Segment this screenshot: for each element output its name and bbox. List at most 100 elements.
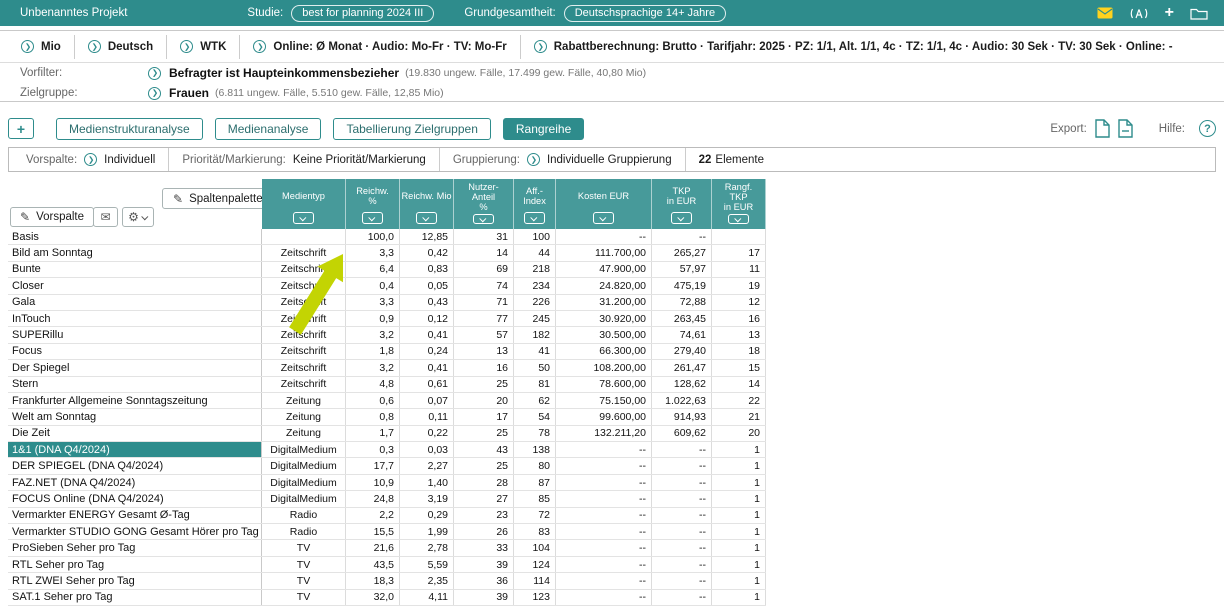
- table-row[interactable]: FOCUS Online (DNA Q4/2024)DigitalMedium2…: [8, 491, 766, 507]
- row-name[interactable]: RTL ZWEI Seher pro Tag: [8, 573, 262, 588]
- studie-select[interactable]: best for planning 2024 III: [291, 5, 434, 22]
- table-row[interactable]: FocusZeitschrift1,80,24134166.300,00279,…: [8, 344, 766, 360]
- table-row[interactable]: FAZ.NET (DNA Q4/2024)DigitalMedium10,91,…: [8, 475, 766, 491]
- settings-item-1[interactable]: ❯Deutsch: [75, 40, 166, 53]
- table-row[interactable]: GalaZeitschrift3,30,437122631.200,0072,8…: [8, 295, 766, 311]
- column-dropdown-icon[interactable]: [293, 212, 314, 224]
- row-name[interactable]: Vermarkter ENERGY Gesamt Ø-Tag: [8, 508, 262, 523]
- row-name[interactable]: RTL Seher pro Tag: [8, 557, 262, 572]
- row-name[interactable]: Gala: [8, 295, 262, 310]
- row-name[interactable]: FAZ.NET (DNA Q4/2024): [8, 475, 262, 490]
- row-name[interactable]: ProSieben Seher pro Tag: [8, 540, 262, 555]
- column-dropdown-icon[interactable]: [728, 214, 749, 224]
- row-name[interactable]: Der Spiegel: [8, 360, 262, 375]
- column-header-medientyp[interactable]: Medientyp: [262, 179, 346, 229]
- row-name[interactable]: FOCUS Online (DNA Q4/2024): [8, 491, 262, 506]
- column-header-reichw[interactable]: Reichw. %: [346, 179, 400, 229]
- plus-icon[interactable]: +: [1165, 5, 1174, 21]
- settings-button[interactable]: ⚙: [122, 207, 154, 227]
- table-row[interactable]: Bild am SonntagZeitschrift3,30,421444111…: [8, 245, 766, 261]
- chevron-circle-icon[interactable]: ❯: [148, 67, 161, 80]
- grundgesamtheit-select[interactable]: Deutschsprachige 14+ Jahre: [564, 5, 726, 22]
- column-header-kosten-eur[interactable]: Kosten EUR: [556, 179, 652, 229]
- filter-segment-gruppierung[interactable]: Gruppierung:❯Individuelle Gruppierung: [440, 153, 685, 166]
- row-name[interactable]: DER SPIEGEL (DNA Q4/2024): [8, 458, 262, 473]
- chevron-circle-icon[interactable]: ❯: [88, 40, 101, 53]
- table-row[interactable]: Die ZeitZeitung1,70,222578132.211,20609,…: [8, 426, 766, 442]
- chevron-circle-icon[interactable]: ❯: [527, 153, 540, 166]
- chevron-circle-icon[interactable]: ❯: [180, 40, 193, 53]
- column-dropdown-icon[interactable]: [473, 214, 494, 224]
- row-name[interactable]: InTouch: [8, 311, 262, 326]
- row-name[interactable]: SUPERillu: [8, 327, 262, 342]
- column-dropdown-icon[interactable]: [362, 212, 383, 224]
- table-row[interactable]: BunteZeitschrift6,40,836921847.900,0057,…: [8, 262, 766, 278]
- tab-rangreihe[interactable]: Rangreihe: [503, 118, 584, 140]
- settings-item-2[interactable]: ❯WTK: [167, 40, 239, 53]
- table-row[interactable]: SUPERilluZeitschrift3,20,415718230.500,0…: [8, 327, 766, 343]
- column-header-nutzer-anteil[interactable]: Nutzer- Anteil %: [454, 179, 514, 229]
- table-row[interactable]: 1&1 (DNA Q4/2024)DigitalMedium0,30,03431…: [8, 442, 766, 458]
- row-name[interactable]: Bild am Sonntag: [8, 245, 262, 260]
- help-icon[interactable]: ?: [1199, 120, 1216, 137]
- filter-segment-vorspalte[interactable]: Vorspalte:❯Individuell: [13, 153, 168, 166]
- tab-medienstrukturanalyse[interactable]: Medienstrukturanalyse: [56, 118, 203, 140]
- row-name[interactable]: Die Zeit: [8, 426, 262, 441]
- chevron-circle-icon[interactable]: ❯: [253, 40, 266, 53]
- table-row[interactable]: Frankfurter Allgemeine SonntagszeitungZe…: [8, 393, 766, 409]
- chevron-circle-icon[interactable]: ❯: [84, 153, 97, 166]
- row-name[interactable]: Focus: [8, 344, 262, 359]
- table-row[interactable]: Welt am SonntagZeitung0,80,11175499.600,…: [8, 409, 766, 425]
- row-name[interactable]: 1&1 (DNA Q4/2024): [8, 442, 262, 457]
- column-header-tkp-in-eur[interactable]: TKP in EUR: [652, 179, 712, 229]
- filter-segment-priorität-markierung[interactable]: Priorität/Markierung:Keine Priorität/Mar…: [169, 154, 439, 166]
- chevron-circle-icon[interactable]: ❯: [534, 40, 547, 53]
- export-file-icon[interactable]: [1095, 119, 1110, 138]
- table-row[interactable]: SAT.1 Seher pro TagTV32,04,1139123----1: [8, 590, 766, 606]
- vorfilter-value[interactable]: Befragter ist Haupteinkommensbezieher: [169, 66, 399, 80]
- row-name[interactable]: Welt am Sonntag: [8, 409, 262, 424]
- settings-item-0[interactable]: ❯Mio: [8, 40, 74, 53]
- column-header-reichw-mio[interactable]: Reichw. Mio: [400, 179, 454, 229]
- settings-item-3[interactable]: ❯Online: Ø Monat · Audio: Mo-Fr · TV: Mo…: [240, 40, 519, 53]
- mail-button[interactable]: ✉: [93, 207, 118, 227]
- settings-item-4[interactable]: ❯Rabattberechnung: Brutto · Tarifjahr: 2…: [521, 40, 1186, 53]
- vorspalte-button[interactable]: ✎ Vorspalte: [10, 207, 94, 227]
- tab-medienanalyse[interactable]: Medienanalyse: [215, 118, 322, 140]
- add-tab-button[interactable]: +: [8, 118, 34, 139]
- row-name[interactable]: Basis: [8, 229, 262, 244]
- column-dropdown-icon[interactable]: [593, 212, 614, 224]
- column-header-aff-index[interactable]: Aff.- Index: [514, 179, 556, 229]
- column-dropdown-icon[interactable]: [524, 212, 545, 224]
- filter-value: Keine Priorität/Markierung: [293, 154, 426, 166]
- table-row[interactable]: SternZeitschrift4,80,61258178.600,00128,…: [8, 377, 766, 393]
- table-row[interactable]: DER SPIEGEL (DNA Q4/2024)DigitalMedium17…: [8, 458, 766, 474]
- broadcast-icon[interactable]: [1129, 7, 1149, 20]
- mail-icon[interactable]: [1097, 7, 1113, 19]
- column-header-rangf-tkp-in-eur[interactable]: Rangf. TKP in EUR: [712, 179, 766, 229]
- row-name[interactable]: Bunte: [8, 262, 262, 277]
- row-name[interactable]: Vermarkter STUDIO GONG Gesamt Hörer pro …: [8, 524, 262, 539]
- chevron-circle-icon[interactable]: ❯: [21, 40, 34, 53]
- table-row[interactable]: RTL Seher pro TagTV43,55,5939124----1: [8, 557, 766, 573]
- column-dropdown-icon[interactable]: [416, 212, 437, 224]
- row-name[interactable]: Closer: [8, 278, 262, 293]
- table-row[interactable]: Vermarkter STUDIO GONG Gesamt Hörer pro …: [8, 524, 766, 540]
- table-row[interactable]: Vermarkter ENERGY Gesamt Ø-TagRadio2,20,…: [8, 508, 766, 524]
- row-name[interactable]: Frankfurter Allgemeine Sonntagszeitung: [8, 393, 262, 408]
- table-row[interactable]: ProSieben Seher pro TagTV21,62,7833104--…: [8, 540, 766, 556]
- folder-icon[interactable]: [1190, 7, 1208, 20]
- export-file-alt-icon[interactable]: [1118, 119, 1133, 138]
- table-row[interactable]: InTouchZeitschrift0,90,127724530.920,002…: [8, 311, 766, 327]
- row-name[interactable]: SAT.1 Seher pro Tag: [8, 590, 262, 605]
- spaltenpalette-button[interactable]: ✎ Spaltenpalette: [162, 188, 274, 209]
- table-row[interactable]: Der SpiegelZeitschrift3,20,411650108.200…: [8, 360, 766, 376]
- table-row[interactable]: CloserZeitschrift0,40,057423424.820,0047…: [8, 278, 766, 294]
- table-row[interactable]: RTL ZWEI Seher pro TagTV18,32,3536114---…: [8, 573, 766, 589]
- zielgruppe-value[interactable]: Frauen: [169, 86, 209, 100]
- chevron-circle-icon[interactable]: ❯: [148, 87, 161, 100]
- column-dropdown-icon[interactable]: [671, 212, 692, 224]
- row-name[interactable]: Stern: [8, 377, 262, 392]
- table-row[interactable]: Basis100,012,8531100----: [8, 229, 766, 245]
- tab-tabellierung-zielgruppen[interactable]: Tabellierung Zielgruppen: [333, 118, 490, 140]
